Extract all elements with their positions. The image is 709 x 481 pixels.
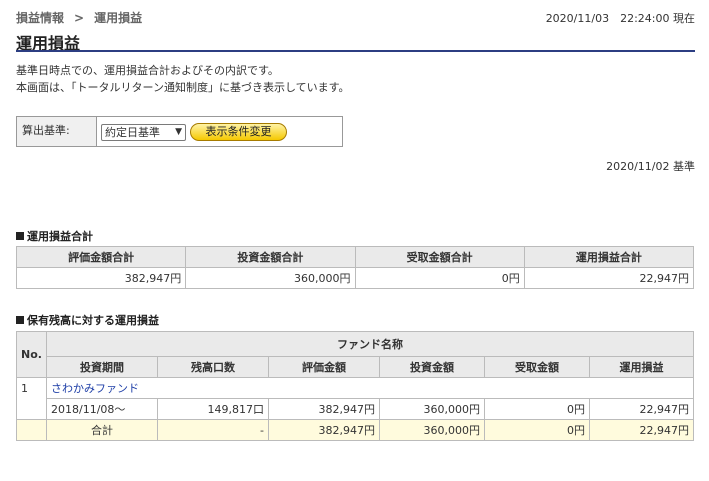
total-investment-value: 360,000円 [185,267,356,289]
summary-heading-text: 運用損益合計 [27,230,93,243]
total-label: 合計 [46,419,158,441]
apply-display-conditions-button[interactable]: 表示条件変更 [190,123,287,141]
header-investment: 投資金額 [379,356,485,378]
header-profit: 運用損益 [589,356,694,378]
total-profit: 22,947円 [589,419,694,441]
filter-label: 算出基準: [17,117,97,146]
header-investment-period: 投資期間 [46,356,158,378]
breadcrumb-current: 運用損益 [94,11,143,25]
header-received: 受取金額 [484,356,590,378]
calculation-basis-select[interactable]: 約定日基準 ▼ [101,124,186,141]
total-valuation-value: 382,947円 [15,267,187,289]
filter-panel: 算出基準: 約定日基準 ▼ 表示条件変更 [16,116,343,147]
calculation-basis-value: 約定日基準 [105,126,160,139]
header-total-investment: 投資金額合計 [185,246,356,268]
breadcrumb-parent[interactable]: 損益情報 [16,11,64,25]
intro-line-1: 基準日時点での、運用損益合計およびその内訳です。 [16,64,279,77]
fund-name-link[interactable]: さわかみファンド [51,382,139,395]
holdings-heading: 保有残高に対する運用損益 [16,312,159,328]
header-units: 残高口数 [157,356,269,378]
header-fund-name: ファンド名称 [46,331,694,357]
total-valuation: 382,947円 [268,419,380,441]
fund-profit: 22,947円 [589,398,694,420]
holdings-table: No. ファンド名称 投資期間 残高口数 評価金額 投資金額 受取金額 運用損益… [16,331,694,441]
total-row-spacer [16,419,47,441]
fund-no: 1 [16,377,47,420]
breadcrumb: 損益情報 > 運用損益 [16,9,142,26]
fund-name-cell: さわかみファンド [46,377,694,399]
title-divider [16,50,695,52]
total-investment: 360,000円 [379,419,485,441]
fund-total-row: 合計 - 382,947円 360,000円 0円 22,947円 [16,419,694,441]
square-bullet-icon [16,232,24,240]
total-units: - [157,419,269,441]
summary-table: 評価金額合計 投資金額合計 受取金額合計 運用損益合計 382,947円 360… [15,246,695,289]
holdings-header-row-2: 投資期間 残高口数 評価金額 投資金額 受取金額 運用損益 [17,356,694,378]
summary-header-row: 評価金額合計 投資金額合計 受取金額合計 運用損益合計 [15,246,695,268]
header-total-valuation: 評価金額合計 [15,246,187,268]
total-received: 0円 [484,419,590,441]
header-total-profit: 運用損益合計 [523,246,695,268]
timestamp: 2020/11/03 22:24:00 現在 [545,12,695,25]
summary-value-row: 382,947円 360,000円 0円 22,947円 [15,267,695,289]
holdings-header-row-1: No. ファンド名称 [16,331,694,378]
square-bullet-icon [16,316,24,324]
holdings-heading-text: 保有残高に対する運用損益 [27,314,159,327]
header-total-received: 受取金額合計 [354,246,525,268]
header-valuation: 評価金額 [268,356,380,378]
intro-line-2: 本画面は、「トータルリターン通知制度」に基づき表示しています。 [16,81,350,94]
breadcrumb-separator: > [74,11,85,25]
fund-investment: 360,000円 [379,398,485,420]
intro-text: 基準日時点での、運用損益合計およびその内訳です。 本画面は、「トータルリターン通… [16,62,350,96]
total-received-value: 0円 [354,267,525,289]
fund-investment-period: 2018/11/08～ [46,398,158,420]
summary-heading: 運用損益合計 [16,228,93,244]
total-profit-value: 22,947円 [523,267,695,289]
header-no: No. [16,331,47,378]
fund-units: 149,817口 [157,398,269,420]
chevron-down-icon: ▼ [175,127,182,137]
fund-name-row: 1 さわかみファンド [16,377,694,420]
fund-detail-row: 2018/11/08～ 149,817口 382,947円 360,000円 0… [17,398,694,420]
fund-received: 0円 [484,398,590,420]
base-date: 2020/11/02 基準 [606,160,695,173]
fund-valuation: 382,947円 [268,398,380,420]
